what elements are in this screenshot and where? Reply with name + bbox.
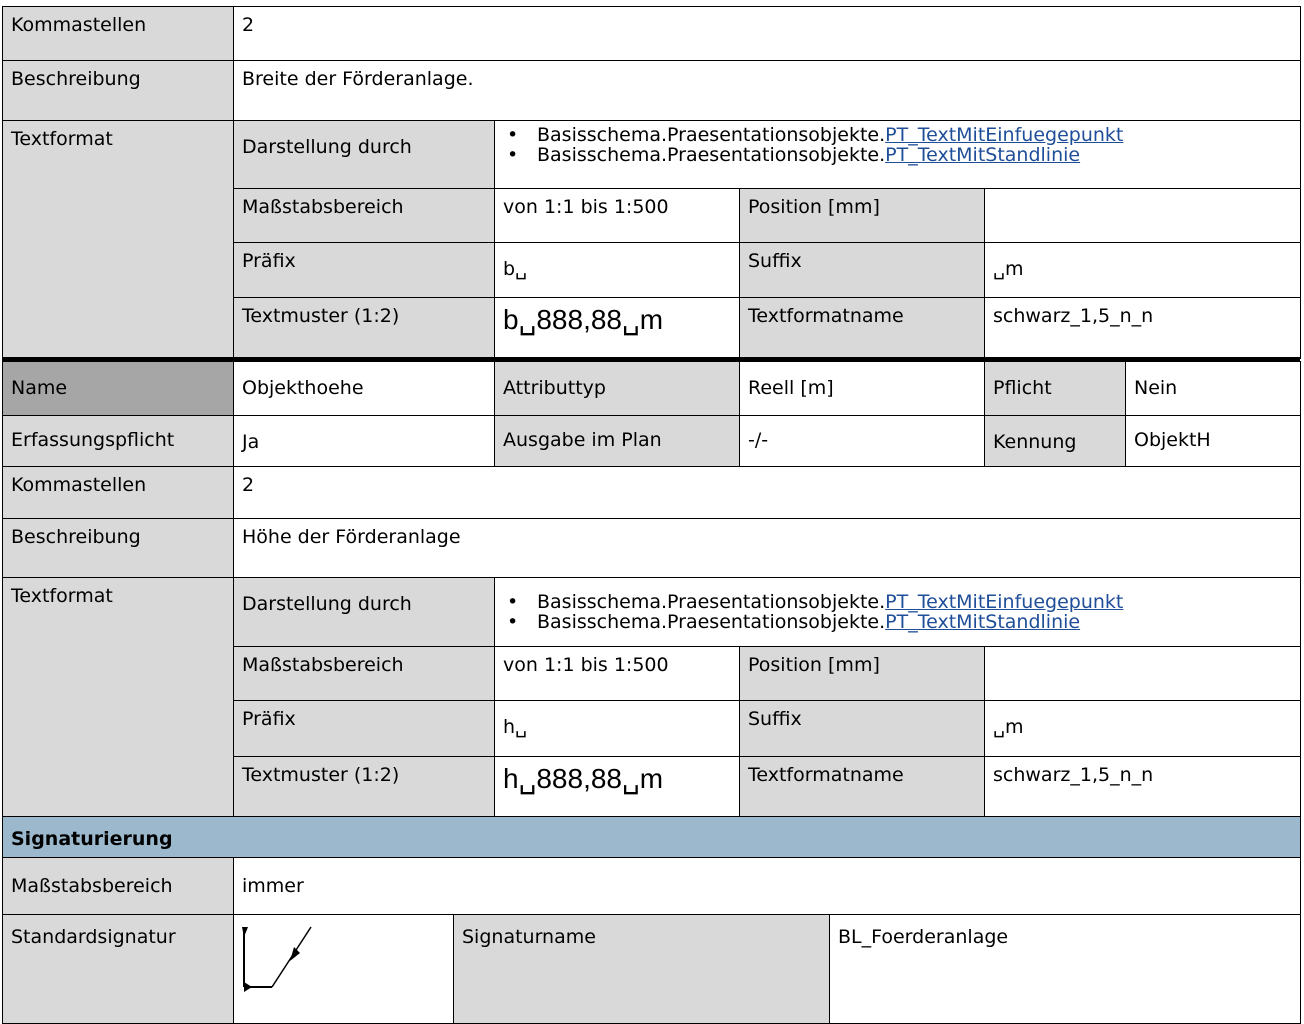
textmuster-value-1: b␣888,88␣m — [494, 297, 740, 359]
erfassung-label-2: Erfassungspflicht — [2, 415, 234, 467]
position-label-2: Position [mm] — [739, 646, 985, 701]
praefix-label-2: Präfix — [233, 700, 495, 757]
position-value-2 — [984, 646, 1301, 701]
beschreibung-label-2: Beschreibung — [2, 518, 234, 578]
attributtyp-value-2: Reell [m] — [739, 361, 985, 416]
textmuster-label-2: Textmuster (1:2) — [233, 756, 495, 817]
name-label-2: Name — [2, 361, 234, 416]
foerderanlage-signature-icon — [242, 926, 312, 992]
signaturname-value: BL_Foerderanlage — [829, 914, 1301, 1024]
standardsignatur-symbol — [233, 914, 454, 1024]
bullet-icon: • — [507, 591, 519, 613]
kommastellen-value-1: 2 — [233, 6, 1301, 61]
darstellung-label-2: Darstellung durch — [233, 577, 495, 647]
praefix-value-1: b␣ — [494, 242, 740, 298]
signaturname-label: Signaturname — [453, 914, 830, 1024]
darstellung-prefix: Basisschema.Praesentationsobjekte. — [537, 124, 886, 146]
textformat-label-1: Textformat — [2, 120, 234, 359]
darstellung-prefix: Basisschema.Praesentationsobjekte. — [537, 591, 886, 613]
textformatname-value-2: schwarz_1,5_n_n — [984, 756, 1301, 817]
massstab-value-1: von 1:1 bis 1:500 — [494, 188, 740, 243]
sig-massstab-label: Maßstabsbereich — [2, 857, 234, 915]
textmuster-value-2: h␣888,88␣m — [494, 756, 740, 817]
kommastellen-value-2: 2 — [233, 466, 1301, 519]
link-pt-textmitstandlinie[interactable]: PT_TextMitStandlinie — [885, 144, 1080, 166]
pflicht-label-2: Pflicht — [984, 361, 1126, 416]
signaturierung-header: Signaturierung — [2, 816, 1301, 858]
ausgabe-label-2: Ausgabe im Plan — [494, 415, 740, 467]
massstab-label-2: Maßstabsbereich — [233, 646, 495, 701]
suffix-value-1: ␣m — [984, 242, 1301, 298]
bullet-icon: • — [507, 144, 519, 166]
darstellung-item: • Basisschema.Praesentationsobjekte.PT_Te… — [503, 612, 1292, 632]
textformatname-value-1: schwarz_1,5_n_n — [984, 297, 1301, 359]
beschreibung-value-1: Breite der Förderanlage. — [233, 60, 1301, 121]
suffix-label-1: Suffix — [739, 242, 985, 298]
bullet-icon: • — [507, 124, 519, 146]
textformatname-label-1: Textformatname — [739, 297, 985, 359]
darstellung-item: • Basisschema.Praesentationsobjekte.PT_Te… — [503, 145, 1292, 165]
darstellung-list-2: • Basisschema.Praesentationsobjekte.PT_Te… — [494, 577, 1301, 647]
kennung-label-2: Kennung — [984, 415, 1126, 467]
darstellung-label-1: Darstellung durch — [233, 120, 495, 189]
darstellung-list-1: • Basisschema.Praesentationsobjekte.PT_Te… — [494, 120, 1301, 189]
standardsignatur-label: Standardsignatur — [2, 914, 234, 1024]
massstab-label-1: Maßstabsbereich — [233, 188, 495, 243]
link-pt-textmitstandlinie[interactable]: PT_TextMitStandlinie — [885, 611, 1080, 633]
name-value-2: Objekthoehe — [233, 361, 495, 416]
erfassung-value-2: Ja — [233, 415, 495, 467]
darstellung-item: • Basisschema.Praesentationsobjekte.PT_Te… — [503, 592, 1292, 612]
link-pt-textmiteinfuegepunkt[interactable]: PT_TextMitEinfuegepunkt — [885, 591, 1123, 613]
position-label-1: Position [mm] — [739, 188, 985, 243]
darstellung-prefix: Basisschema.Praesentationsobjekte. — [537, 611, 886, 633]
suffix-value-2: ␣m — [984, 700, 1301, 757]
beschreibung-label-1: Beschreibung — [2, 60, 234, 121]
textmuster-label-1: Textmuster (1:2) — [233, 297, 495, 359]
textformatname-label-2: Textformatname — [739, 756, 985, 817]
ausgabe-value-2: -/- — [739, 415, 985, 467]
kommastellen-label-1: Kommastellen — [2, 6, 234, 61]
kennung-value-2: ObjektH — [1125, 415, 1301, 467]
pflicht-value-2: Nein — [1125, 361, 1301, 416]
suffix-label-2: Suffix — [739, 700, 985, 757]
textformat-label-2: Textformat — [2, 577, 234, 817]
bullet-icon: • — [507, 611, 519, 633]
darstellung-item: • Basisschema.Praesentationsobjekte.PT_Te… — [503, 125, 1292, 145]
praefix-value-2: h␣ — [494, 700, 740, 757]
link-pt-textmiteinfuegepunkt[interactable]: PT_TextMitEinfuegepunkt — [885, 124, 1123, 146]
darstellung-prefix: Basisschema.Praesentationsobjekte. — [537, 144, 886, 166]
position-value-1 — [984, 188, 1301, 243]
beschreibung-value-2: Höhe der Förderanlage — [233, 518, 1301, 578]
massstab-value-2: von 1:1 bis 1:500 — [494, 646, 740, 701]
attributtyp-label-2: Attributtyp — [494, 361, 740, 416]
praefix-label-1: Präfix — [233, 242, 495, 298]
sig-massstab-value: immer — [233, 857, 1301, 915]
kommastellen-label-2: Kommastellen — [2, 466, 234, 519]
